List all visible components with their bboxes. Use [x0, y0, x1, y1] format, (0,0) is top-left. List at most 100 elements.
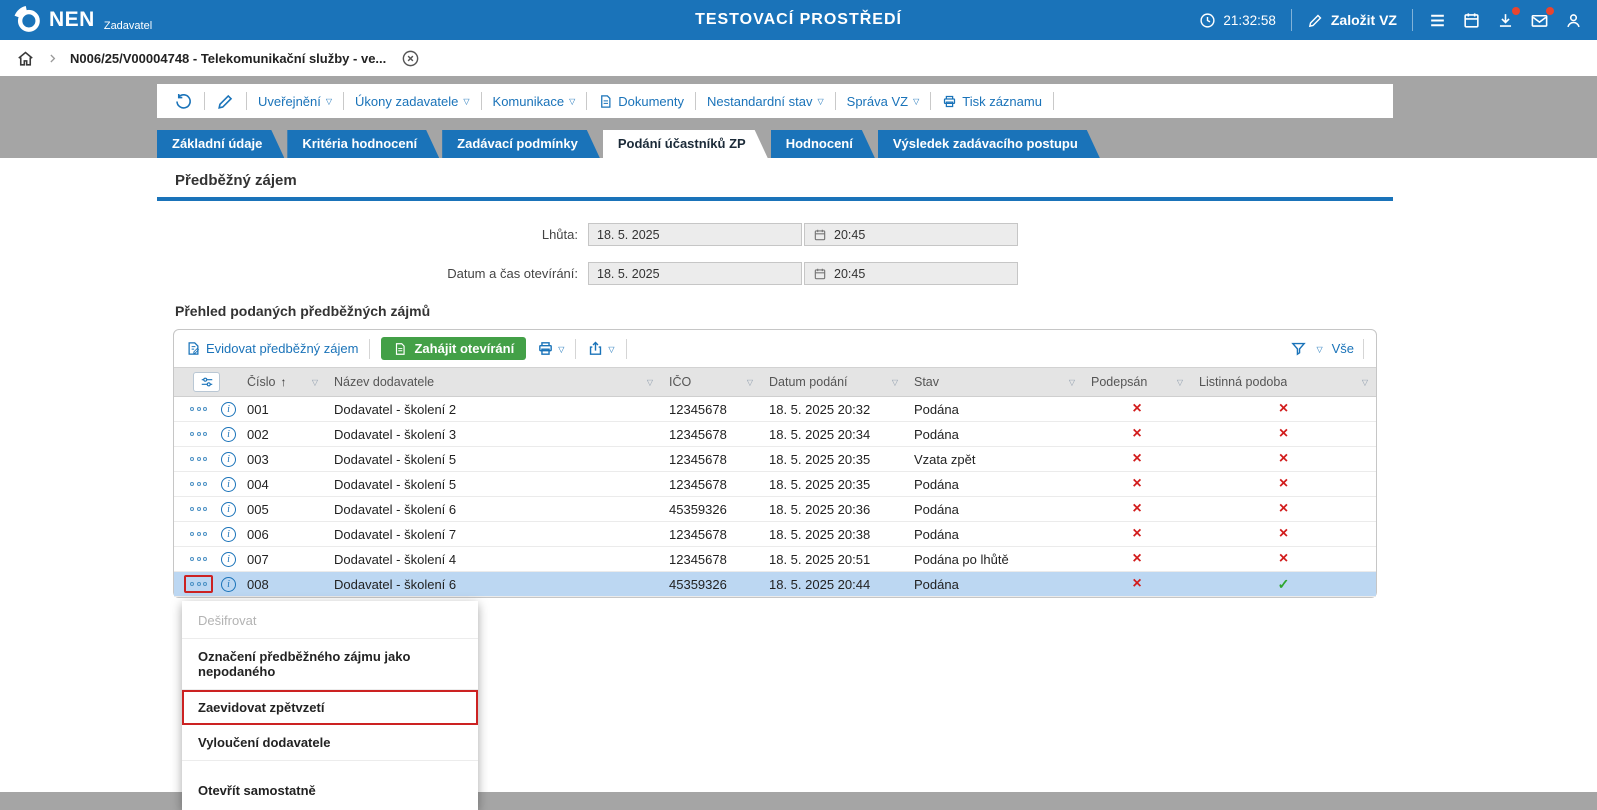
toolbar-item-dokumenty[interactable]: Dokumenty — [598, 94, 684, 109]
register-preliminary-interest-button[interactable]: Evidovat předběžný zájem — [186, 341, 358, 356]
breadcrumb: N006/25/V00004748 - Telekomunikační služ… — [0, 40, 1597, 76]
column-header-nazev-dodavatele[interactable]: Název dodavatele ▽ — [326, 368, 661, 396]
filter-caret-icon[interactable]: ▽ — [1356, 378, 1368, 387]
column-header-ico[interactable]: IČO ▽ — [661, 368, 761, 396]
info-icon[interactable]: i — [221, 476, 236, 492]
row-menu-icon[interactable] — [184, 575, 213, 593]
table-row-007[interactable]: i 007 Dodavatel - školení 4 12345678 18. 5. … — [174, 547, 1376, 572]
column-header-settings[interactable] — [174, 368, 239, 396]
tab-podani-ucastniku-zp[interactable]: Podání účastníků ZP — [603, 130, 768, 158]
table-filter-controls: ▽ Vše — [1290, 338, 1364, 359]
row-menu-icon[interactable] — [184, 425, 213, 443]
chevron-down-icon[interactable]: ▽ — [1316, 345, 1322, 354]
print-button[interactable]: ▽ — [537, 340, 564, 357]
pencil-icon[interactable] — [216, 92, 235, 111]
table-row-006[interactable]: i 006 Dodavatel - školení 7 12345678 18. 5. … — [174, 522, 1376, 547]
context-menu-item-vylouceni-dodavatele[interactable]: Vyloučení dodavatele — [182, 725, 478, 761]
export-button[interactable]: ▽ — [587, 340, 615, 357]
info-icon[interactable]: i — [221, 426, 236, 442]
toolbar-item-tisk-zaznamu[interactable]: Tisk záznamu — [942, 94, 1042, 109]
cross-icon: × — [1132, 525, 1142, 542]
topbar-actions: 21:32:58 Založit VZ — [1199, 6, 1583, 31]
cell-podepsan: × — [1083, 547, 1191, 571]
filter-caret-icon[interactable]: ▽ — [1063, 378, 1075, 387]
context-menu-item-otevrit-samostatne[interactable]: Otevřít samostatně — [182, 773, 478, 808]
info-icon[interactable]: i — [221, 451, 236, 467]
filter-all-option[interactable]: Vše — [1332, 341, 1354, 356]
filter-caret-icon[interactable]: ▽ — [641, 378, 653, 387]
table-row-002[interactable]: i 002 Dodavatel - školení 3 12345678 18. 5. … — [174, 422, 1376, 447]
column-header-cislo[interactable]: Číslo ↑ ▽ — [239, 368, 326, 396]
column-header-datum-podani[interactable]: Datum podání ▽ — [761, 368, 906, 396]
toolbar-item-nestandardni-stav[interactable]: Nestandardní stav ▽ — [707, 94, 824, 109]
column-settings-button[interactable] — [193, 372, 220, 392]
toolbar-item-label: Nestandardní stav — [706, 93, 813, 109]
create-vz-button[interactable]: Založit VZ — [1307, 12, 1397, 29]
hamburger-menu-icon[interactable] — [1428, 11, 1447, 30]
user-icon[interactable] — [1564, 11, 1583, 30]
tab-vysledek-zadavaciho-postupu[interactable]: Výsledek zadávacího postupu — [878, 130, 1100, 158]
filter-icon[interactable] — [1290, 340, 1307, 357]
downloads-button[interactable] — [1496, 6, 1520, 30]
tab-hodnoceni[interactable]: Hodnocení — [771, 130, 875, 158]
column-header-podepsan[interactable]: Podepsán ▽ — [1083, 368, 1191, 396]
table-row-008[interactable]: i 008 Dodavatel - školení 6 45359326 18. 5. … — [174, 572, 1376, 597]
record-toolbar: Uveřejnění ▽ Úkony zadavatele ▽ Komunikace ▽ D… — [157, 84, 1393, 118]
lhuta-time-input[interactable]: 20:45 — [804, 223, 1018, 246]
toolbar-item-ukony-zadavatele[interactable]: Úkony zadavatele ▽ — [355, 94, 470, 109]
toolbar-separator — [930, 92, 932, 110]
row-menu-icon[interactable] — [184, 500, 213, 518]
table-row-001[interactable]: i 001 Dodavatel - školení 2 12345678 18. 5. … — [174, 397, 1376, 422]
table-row-003[interactable]: i 003 Dodavatel - školení 5 12345678 18. 5. … — [174, 447, 1376, 472]
filter-caret-icon[interactable]: ▽ — [306, 378, 318, 387]
toolbar-item-label: Komunikace — [492, 93, 565, 109]
cell-listinna: ✓ — [1191, 572, 1376, 596]
info-icon[interactable]: i — [221, 526, 236, 542]
sort-asc-icon[interactable]: ↑ — [280, 375, 286, 389]
row-menu-icon[interactable] — [184, 450, 213, 468]
cross-icon: × — [1278, 475, 1289, 492]
start-opening-button[interactable]: Zahájit otevírání — [381, 337, 527, 360]
table-row-004[interactable]: i 004 Dodavatel - školení 5 12345678 18. 5. … — [174, 472, 1376, 497]
row-menu-icon[interactable] — [184, 475, 213, 493]
row-menu-icon[interactable] — [184, 525, 213, 543]
cell-cislo: 008 — [247, 576, 269, 592]
info-icon[interactable]: i — [221, 501, 236, 517]
history-icon[interactable] — [174, 92, 193, 111]
calendar-icon[interactable] — [813, 267, 827, 281]
tab-kriteria-hodnoceni[interactable]: Kritéria hodnocení — [287, 130, 439, 158]
cell-nazev: Dodavatel - školení 6 — [334, 576, 457, 592]
info-icon[interactable]: i — [221, 551, 236, 567]
tab-zakladni-udaje[interactable]: Základní údaje — [157, 130, 284, 158]
calendar-icon[interactable] — [813, 228, 827, 242]
context-menu-item-oznaceni-predbezneho-zajmu-jako-nepodaneho[interactable]: Označení předběžného zájmu jako nepodané… — [182, 639, 478, 690]
row-menu-icon[interactable] — [184, 550, 213, 568]
check-icon: ✓ — [1277, 576, 1290, 592]
column-header-stav[interactable]: Stav ▽ — [906, 368, 1083, 396]
calendar-icon[interactable] — [1462, 11, 1481, 30]
info-icon[interactable]: i — [221, 401, 236, 417]
oteviran-time-input[interactable]: 20:45 — [804, 262, 1018, 285]
filter-caret-icon[interactable]: ▽ — [886, 378, 898, 387]
table-row-005[interactable]: i 005 Dodavatel - školení 6 45359326 18. 5. … — [174, 497, 1376, 522]
close-tab-icon[interactable] — [401, 49, 420, 68]
context-menu-item-zaevidovat-zpetvzeti[interactable]: Zaevidovat zpětvzetí — [182, 690, 478, 725]
lhuta-date-input[interactable]: 18. 5. 2025 — [588, 223, 802, 246]
column-header-listinna-podoba[interactable]: Listinná podoba ▽ — [1191, 368, 1376, 396]
toolbar-item-komunikace[interactable]: Komunikace ▽ — [493, 94, 576, 109]
nen-logo[interactable]: NEN Zadavatel — [14, 6, 152, 34]
cell-listinna: × — [1191, 547, 1376, 571]
filter-caret-icon[interactable]: ▽ — [1171, 378, 1183, 387]
breadcrumb-record-title[interactable]: N006/25/V00004748 - Telekomunikační služ… — [70, 51, 386, 66]
toolbar-item-sprava-vz[interactable]: Správa VZ ▽ — [847, 94, 920, 109]
messages-button[interactable] — [1530, 6, 1554, 30]
home-icon[interactable] — [16, 49, 35, 68]
download-notification-badge — [1512, 6, 1520, 15]
tab-zadavaci-podminky[interactable]: Zadávací podmínky — [442, 130, 600, 158]
form-edit-icon — [186, 341, 201, 356]
row-menu-icon[interactable] — [184, 400, 213, 418]
oteviran-date-input[interactable]: 18. 5. 2025 — [588, 262, 802, 285]
toolbar-item-uverejneni[interactable]: Uveřejnění ▽ — [258, 94, 332, 109]
filter-caret-icon[interactable]: ▽ — [741, 378, 753, 387]
info-icon[interactable]: i — [221, 576, 236, 592]
